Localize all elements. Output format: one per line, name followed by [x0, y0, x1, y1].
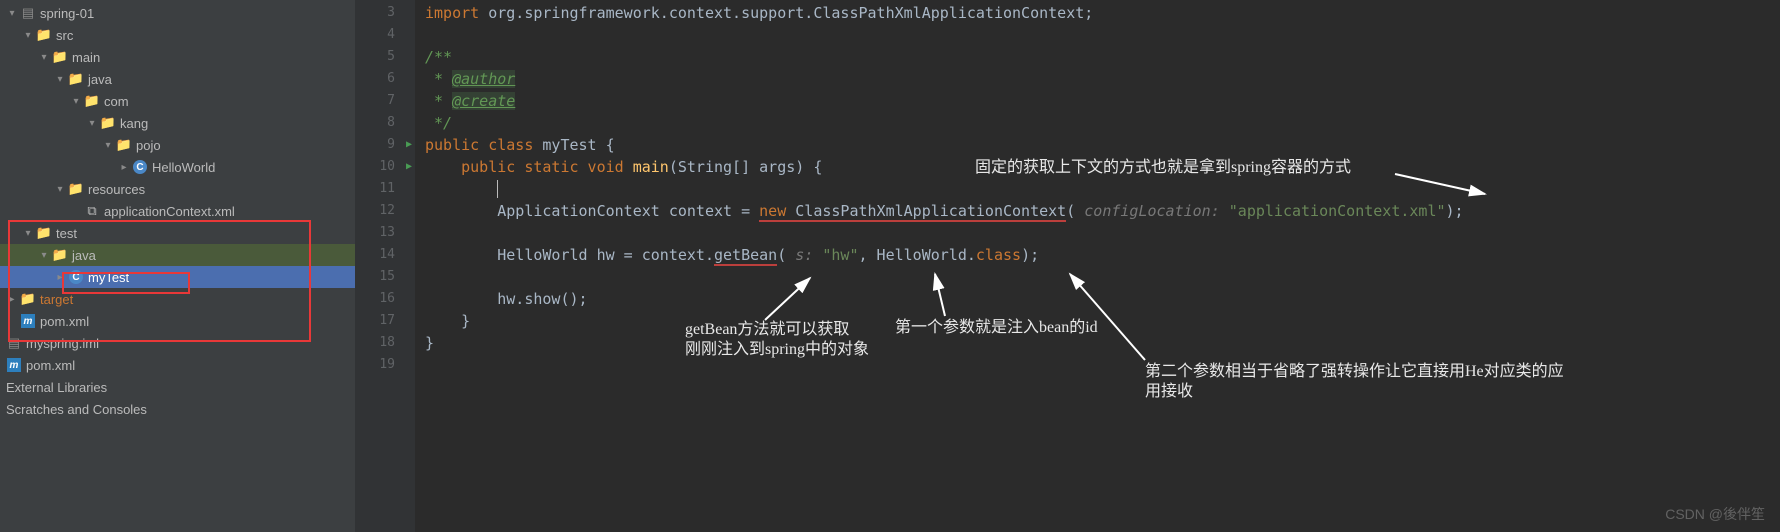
code-line: * @author	[425, 68, 1780, 90]
tree-node-java-main[interactable]: ▾ 📁 java	[0, 68, 355, 90]
tree-node-scratches[interactable]: Scratches and Consoles	[0, 398, 355, 420]
tree-label: spring-01	[40, 6, 94, 21]
code-line: }	[425, 310, 1780, 332]
run-gutter-icon[interactable]: ▶	[406, 156, 412, 178]
gutter-line: 16	[355, 288, 415, 310]
gutter-line: 15	[355, 266, 415, 288]
tree-label: com	[104, 94, 129, 109]
gutter-line: 11	[355, 178, 415, 200]
tree-label: java	[88, 72, 112, 87]
gutter-line: 19	[355, 354, 415, 376]
code-line	[425, 24, 1780, 46]
code-line: */	[425, 112, 1780, 134]
code-line: * @create	[425, 90, 1780, 112]
tree-node-com[interactable]: ▾ 📁 com	[0, 90, 355, 112]
tree-label: myTest	[88, 270, 129, 285]
tree-node-resources[interactable]: ▾ 📁 resources	[0, 178, 355, 200]
package-icon: 📁	[116, 137, 132, 153]
line-gutter: 3 4 5 6 7 8 9▶ 10▶ 11 12 13 14 15 16 17 …	[355, 0, 415, 532]
class-icon: C	[132, 160, 148, 174]
code-line	[425, 266, 1780, 288]
code-editor[interactable]: 3 4 5 6 7 8 9▶ 10▶ 11 12 13 14 15 16 17 …	[355, 0, 1780, 532]
tree-node-test[interactable]: ▾ 📁 test	[0, 222, 355, 244]
package-icon: 📁	[84, 93, 100, 109]
code-line: /**	[425, 46, 1780, 68]
gutter-line: 4	[355, 24, 415, 46]
maven-icon: m	[20, 314, 36, 328]
tree-node-src[interactable]: ▾ 📁 src	[0, 24, 355, 46]
tree-node-helloworld[interactable]: ▸ C HelloWorld	[0, 156, 355, 178]
class-icon: C	[68, 270, 84, 284]
project-sidebar: ▾ ▤ spring-01 ▾ 📁 src ▾ 📁 main ▾ 📁 java …	[0, 0, 355, 532]
source-folder-icon: 📁	[68, 71, 84, 87]
code-line: }	[425, 332, 1780, 354]
tree-node-target[interactable]: ▸ 📁 target	[0, 288, 355, 310]
tree-node-extlibs[interactable]: External Libraries	[0, 376, 355, 398]
run-gutter-icon[interactable]: ▶	[406, 134, 412, 156]
tree-node-pojo[interactable]: ▾ 📁 pojo	[0, 134, 355, 156]
tree-node-spring01[interactable]: ▾ ▤ spring-01	[0, 2, 355, 24]
tree-label: pojo	[136, 138, 161, 153]
xml-file-icon: ⧉	[84, 203, 100, 219]
module-icon: ▤	[20, 5, 36, 21]
code-line: public static void main(String[] args) {	[425, 156, 1780, 178]
tree-node-pom2[interactable]: m pom.xml	[0, 354, 355, 376]
code-line: import org.springframework.context.suppo…	[425, 2, 1780, 24]
tree-label: main	[72, 50, 100, 65]
watermark: CSDN @後伴笙	[1665, 504, 1765, 524]
tree-label: External Libraries	[6, 380, 107, 395]
gutter-line: 8	[355, 112, 415, 134]
tree-node-mytest[interactable]: ▸ C myTest	[0, 266, 355, 288]
gutter-line: 17	[355, 310, 415, 332]
resources-folder-icon: 📁	[68, 181, 84, 197]
code-line: HelloWorld hw = context.getBean( s: "hw"…	[425, 244, 1780, 266]
tree-node-main[interactable]: ▾ 📁 main	[0, 46, 355, 68]
gutter-line: 7	[355, 90, 415, 112]
excluded-folder-icon: 📁	[20, 291, 36, 307]
tree-label: pom.xml	[26, 358, 75, 373]
tree-node-pom[interactable]: m pom.xml	[0, 310, 355, 332]
gutter-line: 13	[355, 222, 415, 244]
code-line	[425, 178, 1780, 200]
package-icon: 📁	[100, 115, 116, 131]
annotation-text-4: 第二个参数相当于省略了强转操作让它直接用He对应类的应用接收	[1145, 362, 1564, 402]
tree-node-java-test[interactable]: ▾ 📁 java	[0, 244, 355, 266]
tree-node-kang[interactable]: ▾ 📁 kang	[0, 112, 355, 134]
tree-label: target	[40, 292, 73, 307]
tree-label: java	[72, 248, 96, 263]
gutter-line: 5	[355, 46, 415, 68]
folder-icon: 📁	[36, 27, 52, 43]
code-line	[425, 222, 1780, 244]
tree-label: Scratches and Consoles	[6, 402, 147, 417]
folder-icon: 📁	[36, 225, 52, 241]
code-line: public class myTest {	[425, 134, 1780, 156]
test-source-folder-icon: 📁	[52, 247, 68, 263]
gutter-line: 10▶	[355, 156, 415, 178]
code-line: hw.show();	[425, 288, 1780, 310]
gutter-line: 9▶	[355, 134, 415, 156]
tree-label: myspring.iml	[26, 336, 99, 351]
gutter-line: 14	[355, 244, 415, 266]
tree-label: pom.xml	[40, 314, 89, 329]
tree-label: applicationContext.xml	[104, 204, 235, 219]
file-icon: ▤	[6, 335, 22, 351]
gutter-line: 3	[355, 2, 415, 24]
code-area[interactable]: import org.springframework.context.suppo…	[415, 0, 1780, 532]
tree-node-iml[interactable]: ▤ myspring.iml	[0, 332, 355, 354]
gutter-line: 6	[355, 68, 415, 90]
tree-label: resources	[88, 182, 145, 197]
folder-icon: 📁	[52, 49, 68, 65]
code-line: ApplicationContext context = new ClassPa…	[425, 200, 1780, 222]
tree-node-appctx[interactable]: ⧉ applicationContext.xml	[0, 200, 355, 222]
tree-label: src	[56, 28, 73, 43]
maven-icon: m	[6, 358, 22, 372]
gutter-line: 18	[355, 332, 415, 354]
tree-label: test	[56, 226, 77, 241]
tree-label: HelloWorld	[152, 160, 215, 175]
tree-label: kang	[120, 116, 148, 131]
gutter-line: 12	[355, 200, 415, 222]
